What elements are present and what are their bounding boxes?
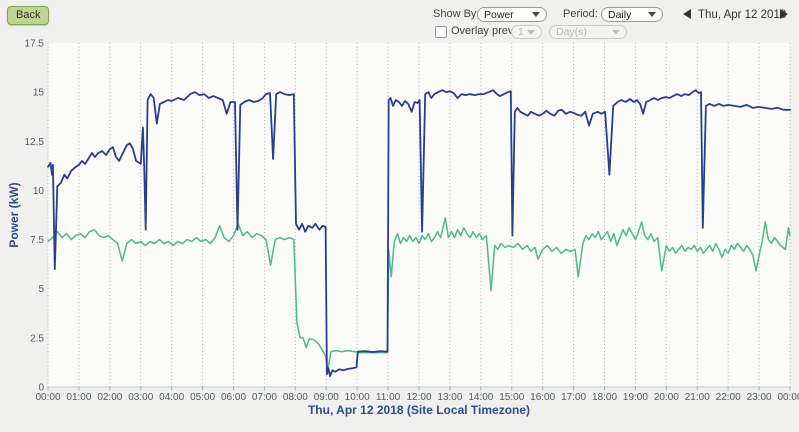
y-tick-label: 17.5	[25, 39, 45, 50]
overlay-unit-value: Day(s)	[556, 26, 587, 38]
y-tick-label: 7.5	[30, 235, 44, 246]
y-tick-label: 2.5	[30, 333, 44, 344]
x-tick-label: 12:00	[406, 392, 431, 403]
x-axis-ticks	[47, 387, 791, 391]
back-button[interactable]: Back	[7, 6, 50, 25]
show-by-value: Power	[484, 8, 514, 21]
y-axis-title: Power (kW)	[7, 182, 21, 248]
x-tick-label: 11:00	[376, 392, 401, 403]
x-tick-label: 14:00	[468, 392, 493, 403]
x-tick-label: 20:00	[654, 392, 679, 403]
overlay-count-value: 1	[518, 26, 524, 38]
overlay-unit-select: Day(s)	[549, 25, 627, 39]
x-tick-label: 17:00	[561, 392, 586, 403]
previous-day-icon[interactable]	[683, 9, 691, 19]
x-tick-label: 22:00	[716, 392, 741, 403]
x-tick-label: 21:00	[685, 392, 710, 403]
x-tick-label: 13:00	[437, 392, 462, 403]
chevron-down-icon	[612, 29, 620, 35]
period-value: Daily	[608, 8, 632, 21]
x-tick-label: 10:00	[345, 392, 370, 403]
y-tick-label: 12.5	[25, 137, 45, 148]
x-axis-labels: 00:00 01:00 02:00 03:00 04:00 05:00 06:00 07:00…	[35, 392, 799, 403]
next-day-icon[interactable]	[780, 9, 788, 19]
chevron-down-icon	[527, 29, 535, 35]
x-tick-label: 02:00	[97, 392, 122, 403]
x-axis-title: Thu, Apr 12 2018 (Site Local Timezone)	[307, 403, 531, 417]
x-tick-label: 09:00	[314, 392, 339, 403]
x-tick-label: 00:00	[35, 392, 60, 403]
x-tick-label: 05:00	[190, 392, 215, 403]
x-tick-label: 19:00	[623, 392, 648, 403]
chevron-down-icon	[648, 12, 656, 17]
x-tick-label: 06:00	[221, 392, 246, 403]
x-tick-label: 04:00	[159, 392, 184, 403]
x-tick-label: 07:00	[252, 392, 277, 403]
show-by-label: Show By:	[433, 8, 480, 20]
x-tick-label: 16:00	[530, 392, 555, 403]
period-select[interactable]: Daily	[601, 7, 663, 22]
chevron-down-icon	[532, 12, 540, 17]
period-label: Period:	[563, 8, 598, 20]
x-tick-label: 15:00	[499, 392, 524, 403]
x-tick-label: 03:00	[128, 392, 153, 403]
power-monitor-app: 00:00 01:00 02:00 03:00 04:00 05:00 06:00 07:00…	[0, 0, 799, 432]
x-tick-label: 01:00	[66, 392, 91, 403]
overlay-previous-checkbox[interactable]	[435, 26, 447, 38]
y-tick-label: 10	[33, 186, 45, 197]
x-tick-label: 18:00	[592, 392, 617, 403]
show-by-select[interactable]: Power	[477, 7, 547, 22]
current-date-label: Thu, Apr 12 2018	[698, 9, 787, 21]
y-axis-labels: 0 2.5 5 7.5 10 12.5 15 17.5	[25, 39, 45, 394]
x-tick-label: 23:00	[747, 392, 772, 403]
power-chart: 00:00 01:00 02:00 03:00 04:00 05:00 06:00 07:00…	[25, 39, 799, 404]
x-tick-label: 08:00	[283, 392, 308, 403]
x-tick-label: 00:00	[777, 392, 799, 403]
y-tick-label: 5	[38, 284, 44, 295]
y-tick-label: 0	[38, 383, 44, 394]
overlay-count-select: 1	[511, 25, 542, 39]
y-tick-label: 15	[33, 88, 45, 99]
